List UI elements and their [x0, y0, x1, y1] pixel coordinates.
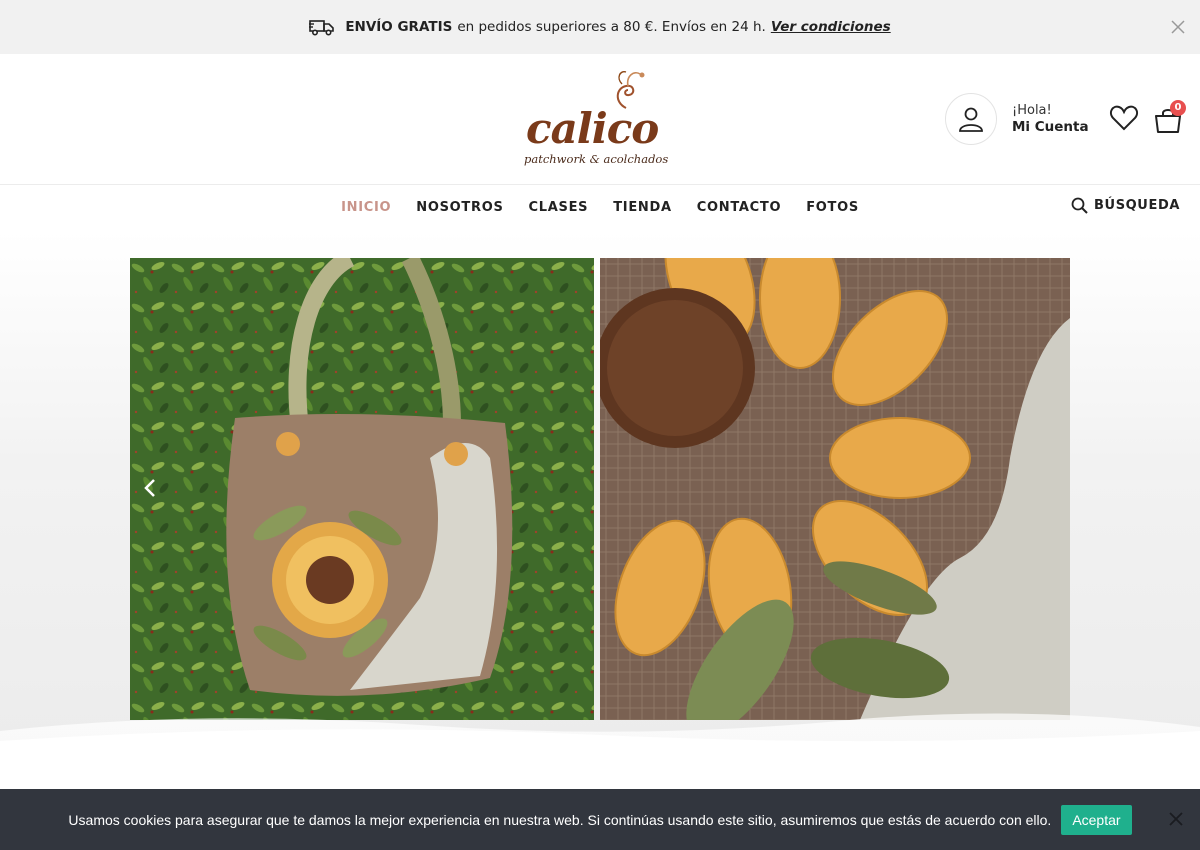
account-link[interactable]: ¡Hola! Mi Cuenta — [1012, 102, 1089, 136]
promo-bar: ENVÍO GRATIS en pedidos superiores a 80 … — [0, 0, 1200, 54]
logo-tagline: patchwork & acolchados — [524, 152, 669, 166]
account-button[interactable] — [945, 93, 997, 145]
account-label: Mi Cuenta — [1012, 119, 1089, 135]
nav-item-nosotros[interactable]: NOSOTROS — [416, 200, 503, 215]
site-header: calico patchwork & acolchados ¡Hola! Mi … — [0, 54, 1200, 185]
shipping-text: en pedidos superiores a 80 €. Envíos en … — [457, 19, 766, 35]
hero-image-bag — [130, 258, 594, 720]
account-greeting: ¡Hola! — [1012, 103, 1052, 118]
chevron-left-icon[interactable] — [140, 476, 160, 500]
search-icon — [1071, 197, 1088, 214]
hero-slider — [0, 231, 1200, 751]
hero-image-detail — [600, 258, 1070, 720]
nav-item-tienda[interactable]: TIENDA — [613, 200, 672, 215]
search-label: BÚSQUEDA — [1094, 198, 1180, 213]
user-icon — [959, 107, 983, 132]
nav-item-inicio[interactable]: INICIO — [341, 200, 391, 215]
close-icon[interactable] — [1169, 812, 1183, 826]
truck-icon — [309, 20, 335, 36]
site-logo[interactable]: calico patchwork & acolchados — [522, 66, 680, 172]
nav-item-fotos[interactable]: FOTOS — [806, 200, 859, 215]
main-nav: INICIO NOSOTROS CLASES TIENDA CONTACTO F… — [0, 185, 1200, 231]
nav-item-clases[interactable]: CLASES — [529, 200, 589, 215]
cart-count-badge: 0 — [1170, 100, 1186, 116]
cookie-message: Usamos cookies para asegurar que te damo… — [68, 811, 1052, 828]
nav-item-contacto[interactable]: CONTACTO — [697, 200, 781, 215]
close-icon[interactable] — [1170, 19, 1186, 35]
logo-wordmark: calico — [526, 104, 659, 153]
search-button[interactable]: BÚSQUEDA — [1071, 197, 1180, 214]
conditions-link[interactable]: Ver condiciones — [771, 19, 891, 35]
free-shipping-label: ENVÍO GRATIS — [345, 19, 453, 35]
hero-wave-divider — [0, 713, 1200, 751]
cookie-accept-button[interactable]: Aceptar — [1061, 804, 1132, 835]
heart-icon[interactable] — [1109, 104, 1139, 132]
cookie-banner: Usamos cookies para asegurar que te damo… — [0, 789, 1200, 850]
